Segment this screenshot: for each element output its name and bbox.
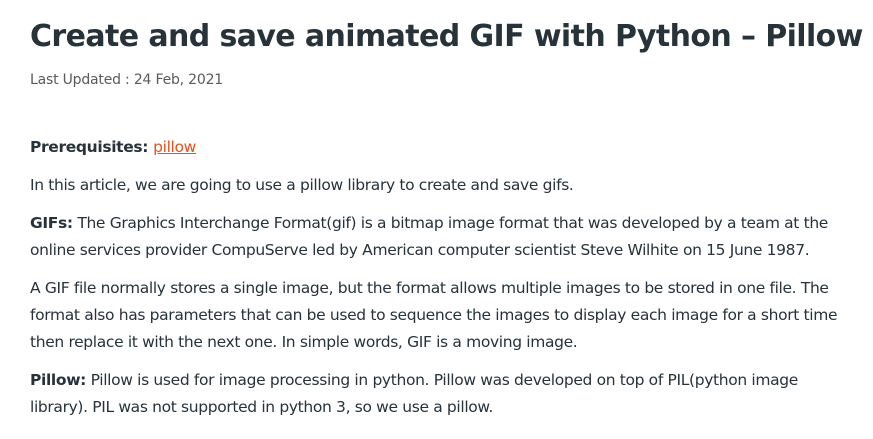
gif-file-paragraph: A GIF file normally stores a single imag… (30, 279, 838, 351)
last-updated-date: 24 Feb, 2021 (133, 72, 224, 88)
article-body: Prerequisites: pillow In this article, w… (30, 134, 860, 421)
article-title: Create and save animated GIF with Python… (30, 19, 863, 54)
pillow-link[interactable]: pillow (153, 138, 196, 156)
gifs-label: GIFs: (30, 214, 73, 232)
last-updated: Last Updated : 24 Feb, 2021 (30, 70, 860, 90)
pillow-label: Pillow: (30, 371, 87, 389)
gifs-paragraph: GIFs: The Graphics Interchange Format(gi… (30, 210, 860, 264)
pillow-paragraph: Pillow: Pillow is used for image process… (30, 367, 860, 421)
intro-paragraph: In this article, we are going to use a p… (30, 176, 574, 194)
article: Create and save animated GIF with Python… (30, 14, 863, 432)
last-updated-label: Last Updated : (30, 72, 134, 88)
prerequisites-paragraph: Prerequisites: pillow (30, 134, 860, 161)
gifs-text: The Graphics Interchange Format(gif) is … (30, 214, 828, 259)
pillow-text: Pillow is used for image processing in p… (30, 371, 798, 416)
prerequisites-label: Prerequisites: (30, 138, 154, 156)
